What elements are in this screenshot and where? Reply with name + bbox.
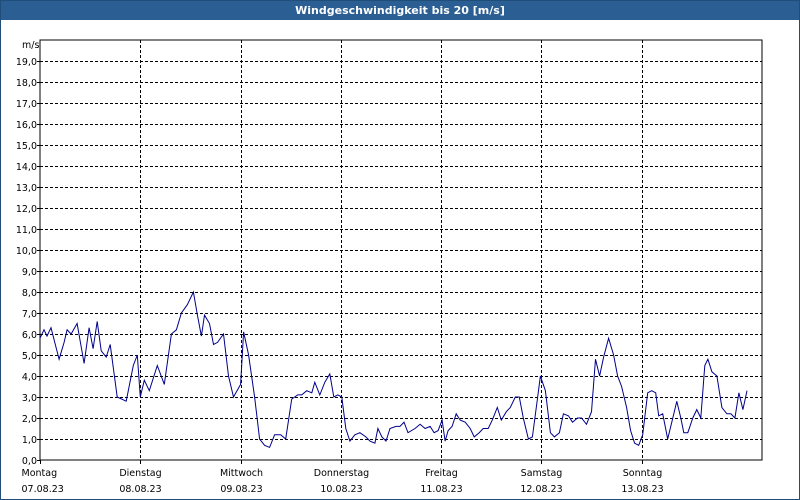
y-tick-label: 16,0 [16,120,37,131]
y-tick-label: 5,0 [22,351,37,362]
y-tick-label: 2,0 [22,414,37,425]
y-tick-label: 17,0 [16,99,37,110]
y-tick-label: 0,0 [22,456,37,467]
x-day-label: Samstag [521,468,563,479]
y-axis: 0,0 1,0 2,0 3,0 4,0 5,0 6,0 7,0 8,0 9,0 10,0 11,0 12… [16,57,40,467]
x-date-label: 13.08.23 [621,484,663,495]
x-date-label: 09.08.23 [220,484,262,495]
x-date-label: 12.08.23 [520,484,562,495]
wind-speed-line [39,290,748,449]
x-day-label: Montag [22,468,58,479]
y-tick-label: 7,0 [22,309,37,320]
y-tick-label: 8,0 [22,288,37,299]
x-day-label: Dienstag [119,468,161,479]
y-tick-label: 18,0 [16,78,37,89]
x-day-label: Mittwoch [220,468,263,479]
x-date-label: 11.08.23 [420,484,462,495]
wind-speed-chart: 0,0 1,0 2,0 3,0 4,0 5,0 6,0 7,0 8,0 9,0 10,0 11,0 12… [16,39,763,495]
series [39,290,748,449]
y-tick-label: 12,0 [16,204,37,215]
x-date-label: 08.08.23 [119,484,161,495]
x-day-label: Sonntag [623,468,662,479]
y-tick-label: 10,0 [16,246,37,257]
y-axis-unit-label: m/s [22,40,39,51]
y-tick-label: 19,0 [16,57,37,68]
x-date-label: 10.08.23 [320,484,362,495]
y-tick-label: 11,0 [16,225,37,236]
x-date-label: 07.08.23 [22,484,64,495]
x-day-label: Donnerstag [314,468,369,479]
y-tick-label: 14,0 [16,162,37,173]
y-tick-label: 4,0 [22,372,37,383]
y-tick-label: 13,0 [16,183,37,194]
y-tick-label: 15,0 [16,141,37,152]
grid [39,39,763,461]
x-day-label: Freitag [425,468,458,479]
y-tick-label: 6,0 [22,330,37,341]
y-tick-label: 1,0 [22,435,37,446]
y-tick-label: 9,0 [22,267,37,278]
y-tick-label: 3,0 [22,393,37,404]
x-axis: Montag 07.08.23 Dienstag 08.08.23 Mittwoch 09… [22,460,664,495]
